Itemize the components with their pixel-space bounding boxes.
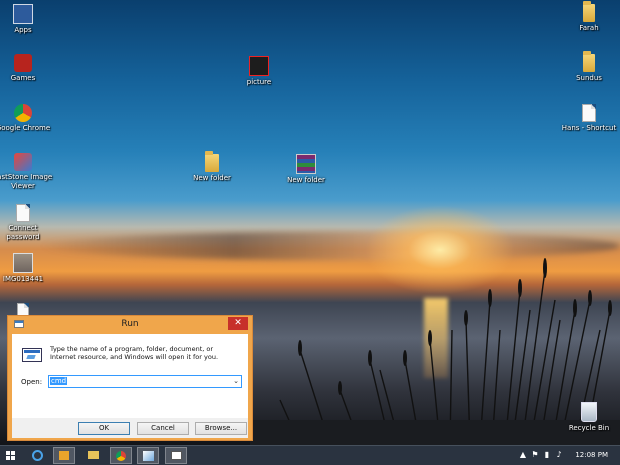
desktop-icon-google-chrome[interactable]: Google Chrome — [0, 104, 53, 133]
desktop-icon-label: Connect password — [6, 224, 40, 241]
desktop-icon-label: Hans - Shortcut — [561, 124, 617, 132]
tray-arrow-icon[interactable]: ▲ — [518, 450, 528, 460]
taskbar-run[interactable] — [165, 447, 187, 464]
run-description: Type the name of a program, folder, docu… — [50, 345, 219, 361]
media-player-icon — [59, 451, 69, 460]
chevron-down-icon[interactable]: ⌄ — [233, 376, 239, 387]
open-input-value: cmd — [50, 377, 68, 385]
open-input[interactable]: cmd ⌄ — [48, 375, 242, 388]
run-icon — [171, 451, 182, 460]
close-button[interactable]: ✕ — [228, 317, 248, 330]
clock[interactable]: 12:08 PM — [575, 451, 608, 459]
network-icon[interactable]: ▮ — [542, 450, 552, 460]
desktop-icon-new-folder-1[interactable]: New folder — [182, 151, 242, 183]
desktop-icon-label: IMG013441 — [2, 275, 44, 283]
faststone-icon — [14, 153, 32, 171]
desktop-icon-faststone[interactable]: FastStone Image Viewer — [0, 153, 53, 191]
taskbar: ▲ ⚑ ▮ ♪ 12:08 PM — [0, 445, 620, 465]
internet-explorer-icon — [32, 450, 43, 461]
taskbar-internet-explorer[interactable] — [27, 447, 49, 464]
folder-icon — [205, 151, 219, 172]
run-body: Type the name of a program, folder, docu… — [12, 334, 248, 418]
start-button[interactable] — [0, 447, 22, 464]
run-app-icon — [22, 348, 42, 362]
desktop-icon-label: New folder — [193, 174, 231, 182]
desktop-icon-connect-password[interactable]: Connect password — [0, 204, 53, 242]
desktop-icon-label: Google Chrome — [0, 124, 51, 132]
desktop-icon-recycle-bin[interactable]: Recycle Bin — [559, 402, 619, 433]
desktop-icon-label: Games — [10, 74, 36, 82]
taskbar-paint[interactable] — [137, 447, 159, 464]
chrome-icon — [116, 451, 126, 461]
apps-icon — [13, 4, 33, 24]
open-label: Open: — [21, 378, 43, 386]
chrome-icon — [14, 104, 32, 122]
desktop-icon-label: Farah — [579, 24, 599, 32]
browse-button[interactable]: Browse... — [195, 422, 247, 435]
run-titlebar[interactable]: Run ✕ — [8, 316, 252, 334]
desktop-icon-picture[interactable]: picture — [229, 56, 289, 87]
desktop-icon-label: Sundus — [576, 74, 602, 82]
paint-icon — [143, 451, 154, 461]
file-explorer-icon — [88, 451, 99, 459]
image-icon — [13, 253, 33, 273]
run-dialog: Run ✕ Type the name of a program, folder… — [7, 315, 253, 441]
desktop-icon-label: FastStone Image Viewer — [0, 173, 53, 190]
desktop-icon-apps[interactable]: Apps — [0, 4, 53, 35]
run-footer: OK Cancel Browse... — [12, 418, 248, 438]
volume-icon[interactable]: ♪ — [554, 450, 564, 460]
desktop-icon-games[interactable]: Games — [0, 54, 53, 83]
folder-icon — [583, 1, 595, 22]
games-icon — [14, 54, 32, 72]
desktop-icon-farah[interactable]: Farah — [559, 1, 619, 33]
desktop-icon-new-folder-2[interactable]: New folder — [276, 154, 336, 185]
cancel-button[interactable]: Cancel — [137, 422, 189, 435]
desktop-icon-label: picture — [246, 78, 272, 86]
folder-icon — [583, 51, 595, 72]
winrar-icon — [296, 154, 316, 174]
recycle-bin-icon — [581, 402, 597, 422]
taskbar-file-explorer[interactable] — [83, 447, 105, 464]
document-icon — [16, 204, 30, 222]
desktop-icon-label: Apps — [14, 26, 32, 34]
desktop-icon-label: New folder — [287, 176, 325, 184]
desktop-icon-img013441[interactable]: IMG013441 — [0, 253, 53, 284]
desktop-icon-sundus[interactable]: Sundus — [559, 51, 619, 83]
desktop-icon-hans-shortcut[interactable]: Hans - Shortcut — [559, 104, 619, 133]
ok-button[interactable]: OK — [78, 422, 130, 435]
windows-logo-icon — [6, 451, 16, 461]
desktop-icon-label: Recycle Bin — [568, 424, 610, 432]
taskbar-media-player[interactable] — [53, 447, 75, 464]
shortcut-icon — [582, 104, 596, 122]
taskbar-chrome[interactable] — [110, 447, 132, 464]
run-title: Run — [121, 319, 139, 329]
flag-icon[interactable]: ⚑ — [530, 450, 540, 460]
picture-icon — [249, 56, 269, 76]
